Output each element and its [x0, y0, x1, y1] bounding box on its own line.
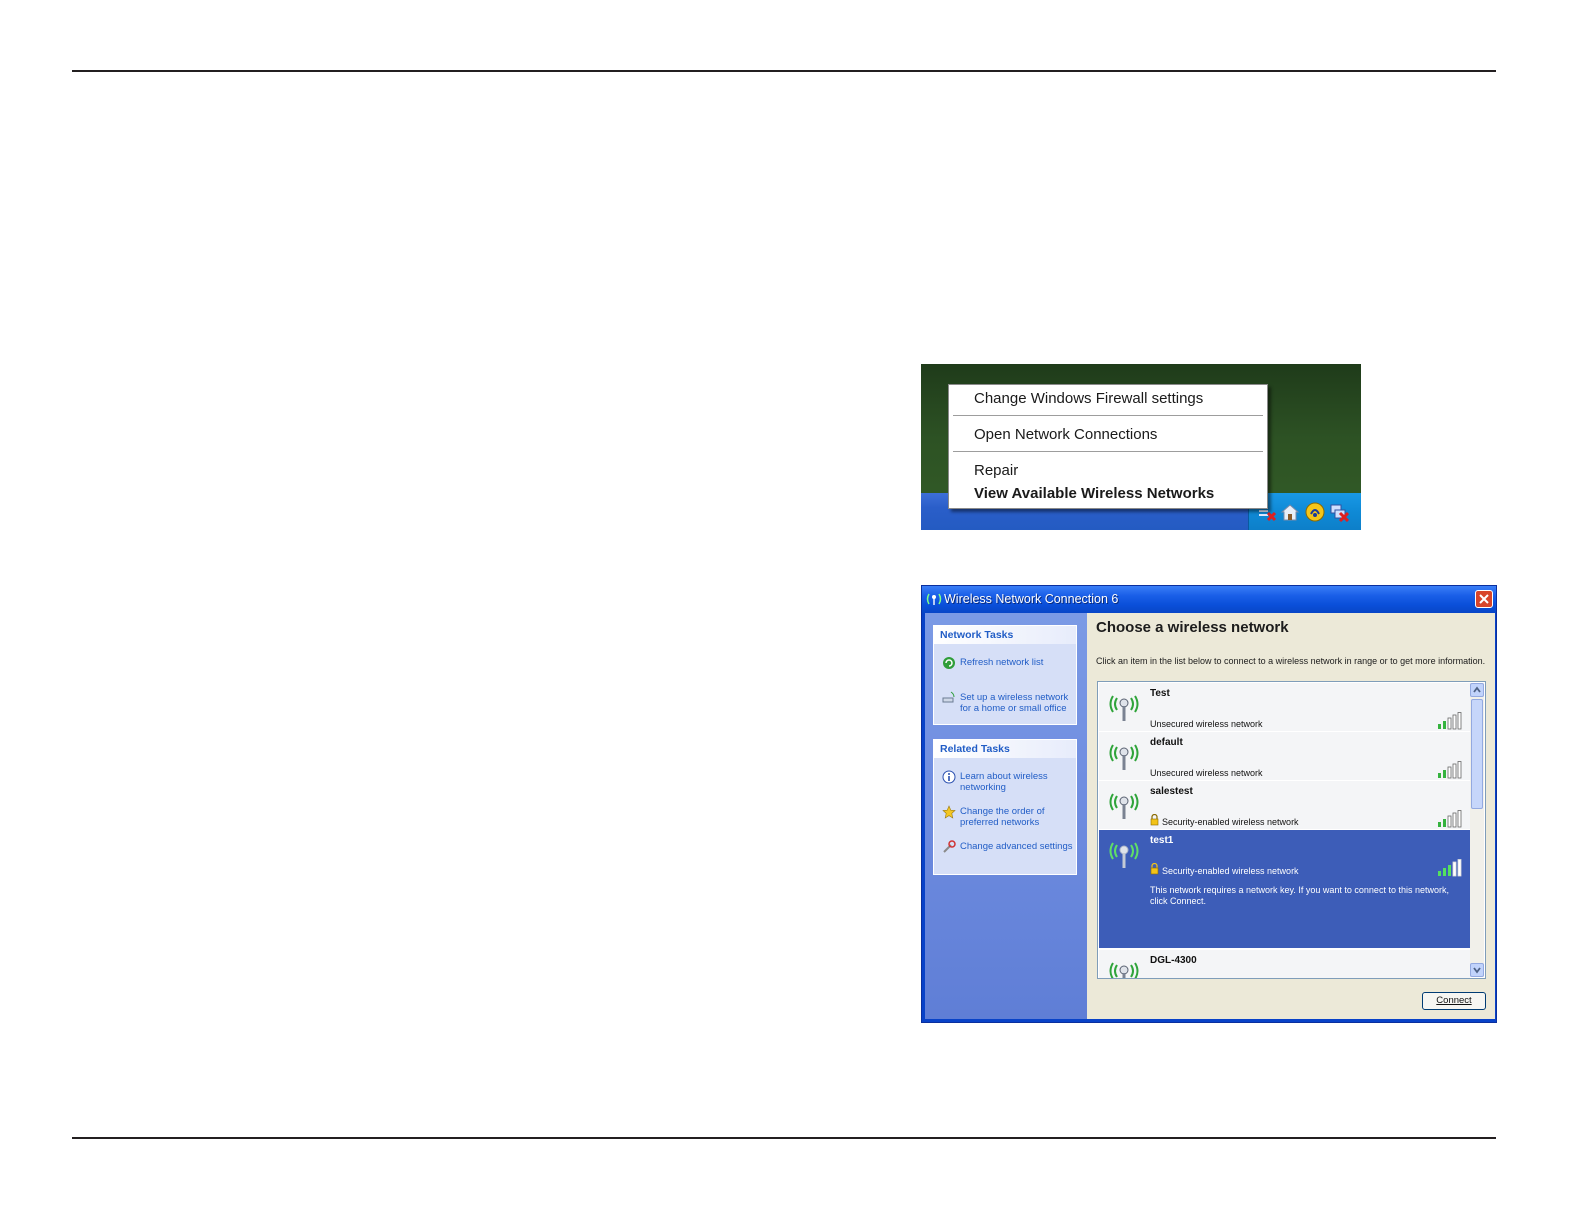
- network-status: Security-enabled wireless network: [1162, 817, 1299, 827]
- menu-item-view-wireless-networks[interactable]: View Available Wireless Networks: [974, 485, 1214, 502]
- network-row-salestest[interactable]: salestest Security-enabled wireless netw…: [1099, 781, 1470, 830]
- bottom-rule: [72, 1137, 1496, 1139]
- network-row-test1[interactable]: test1 Security-enabled wireless network …: [1099, 830, 1470, 949]
- lock-icon: [1150, 863, 1159, 875]
- network-tasks-box: Network Tasks Refresh network list Set u…: [933, 625, 1077, 725]
- title-bar[interactable]: Wireless Network Connection 6: [922, 586, 1496, 613]
- antenna-icon: [1109, 793, 1139, 819]
- menu-separator: [953, 451, 1263, 452]
- signal-strength-icon: [1438, 859, 1462, 877]
- connect-button[interactable]: Connect: [1422, 992, 1486, 1010]
- signal-strength-icon: [1438, 712, 1462, 730]
- antenna-icon: [1109, 842, 1139, 868]
- setup-wireless-network-link[interactable]: Set up a wireless network for a home or …: [960, 692, 1075, 714]
- page-title: Choose a wireless network: [1096, 619, 1289, 636]
- network-name: Test: [1150, 688, 1170, 699]
- refresh-network-list-link[interactable]: Refresh network list: [960, 657, 1075, 668]
- menu-item-open-network-connections[interactable]: Open Network Connections: [974, 426, 1157, 443]
- network-name: salestest: [1150, 786, 1193, 797]
- network-list[interactable]: Test Unsecured wireless network default …: [1097, 681, 1486, 979]
- wireless-network-dialog: Wireless Network Connection 6 Network Ta…: [921, 585, 1497, 1023]
- network-status: Unsecured wireless network: [1150, 719, 1263, 729]
- menu-item-repair[interactable]: Repair: [974, 462, 1018, 479]
- change-advanced-settings-link[interactable]: Change advanced settings: [960, 841, 1075, 852]
- network-name: test1: [1150, 835, 1174, 846]
- antenna-icon: [1109, 962, 1139, 978]
- scrollbar-thumb[interactable]: [1471, 699, 1483, 809]
- menu-item-firewall-settings[interactable]: Change Windows Firewall settings: [974, 390, 1203, 407]
- home-network-icon[interactable]: [1280, 502, 1300, 522]
- learn-wireless-networking-link[interactable]: Learn about wireless networking: [960, 771, 1075, 793]
- network-row-default[interactable]: default Unsecured wireless network: [1099, 732, 1470, 781]
- related-tasks-box: Related Tasks Learn about wireless netwo…: [933, 739, 1077, 875]
- close-icon: [1479, 594, 1489, 604]
- network-note: This network requires a network key. If …: [1150, 885, 1449, 906]
- network-name: DGL-4300: [1150, 955, 1197, 966]
- scroll-down-button[interactable]: [1470, 963, 1484, 977]
- menu-separator: [953, 415, 1263, 416]
- chevron-up-icon: [1473, 686, 1481, 693]
- top-rule: [72, 70, 1496, 72]
- signal-strength-icon: [1438, 810, 1462, 828]
- content-pane: Choose a wireless network Click an item …: [1087, 613, 1495, 1019]
- wireless-setup-icon: [942, 691, 955, 703]
- network-disconnected-icon[interactable]: [1329, 502, 1349, 522]
- scroll-up-button[interactable]: [1470, 683, 1484, 697]
- network-row-test[interactable]: Test Unsecured wireless network: [1099, 683, 1470, 732]
- chevron-down-icon: [1473, 967, 1481, 974]
- network-name: default: [1150, 737, 1183, 748]
- info-icon: [942, 770, 956, 784]
- task-pane: Network Tasks Refresh network list Set u…: [925, 613, 1087, 1019]
- related-tasks-header: Related Tasks: [934, 740, 1076, 758]
- network-row-dgl-4300[interactable]: DGL-4300: [1099, 950, 1470, 978]
- network-status: Unsecured wireless network: [1150, 768, 1263, 778]
- antenna-icon: [1109, 744, 1139, 770]
- network-status: Security-enabled wireless network: [1162, 866, 1299, 876]
- settings-icon: [943, 840, 956, 853]
- context-menu: Change Windows Firewall settings Open Ne…: [948, 384, 1268, 509]
- scrollbar[interactable]: [1470, 683, 1484, 977]
- change-preferred-networks-link[interactable]: Change the order of preferred networks: [960, 806, 1075, 828]
- taskbar-screenshot: Change Windows Firewall settings Open Ne…: [921, 364, 1361, 530]
- lock-icon: [1150, 814, 1159, 826]
- network-tasks-header: Network Tasks: [934, 626, 1076, 644]
- star-icon: [942, 805, 956, 819]
- wireless-icon: [926, 593, 942, 605]
- antenna-icon: [1109, 695, 1139, 721]
- instruction-text: Click an item in the list below to conne…: [1096, 656, 1486, 666]
- security-alert-icon[interactable]: [1305, 502, 1325, 522]
- close-button[interactable]: [1475, 590, 1493, 608]
- signal-strength-icon: [1438, 761, 1462, 779]
- window-title: Wireless Network Connection 6: [944, 592, 1119, 606]
- refresh-icon: [943, 657, 955, 669]
